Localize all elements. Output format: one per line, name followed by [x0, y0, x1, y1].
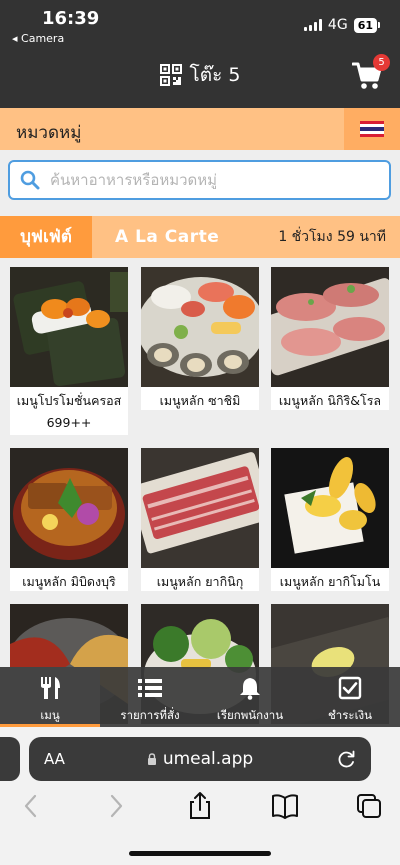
home-indicator	[129, 851, 271, 856]
menu-item-name: เมนูหลัก นิกิริ&โรล	[278, 393, 382, 408]
app-header: 16:39 ◂ Camera 4G 61 โต๊ะ 5 5	[0, 0, 400, 108]
menu-image	[141, 267, 259, 387]
tab-label: ชำระเงิน	[327, 708, 373, 722]
forward-icon[interactable]	[101, 791, 131, 821]
menu-card-promo[interactable]: เมนูโปรโมชั่นครอส 699++	[10, 267, 128, 435]
address-bar[interactable]: AA umeal.app	[29, 737, 371, 781]
menu-item-name: เมนูหลัก ยากิโมโน	[279, 574, 381, 589]
menu-card-yakimono[interactable]: เมนูหลัก ยากิโมโน	[271, 448, 389, 591]
previous-tab-preview[interactable]	[0, 737, 20, 781]
menu-item-name: เมนูหลัก ซาชิมิ	[159, 393, 241, 408]
qr-code-icon	[159, 64, 182, 86]
list-icon	[138, 679, 162, 697]
battery-tip	[378, 22, 380, 28]
menu-image	[10, 448, 128, 568]
menu-item-name: เมนูหลัก มิบิดงบุริ	[22, 574, 116, 589]
search-box	[8, 160, 391, 200]
status-time: 16:39	[42, 8, 100, 29]
menu-image	[271, 267, 389, 387]
category-menu-label[interactable]: หมวดหมู่	[16, 119, 81, 146]
category-bar: หมวดหมู่	[0, 108, 400, 150]
menu-item-name: เมนูโปรโมชั่นครอส	[16, 393, 122, 408]
bookmarks-icon[interactable]	[270, 791, 300, 821]
menu-image	[10, 267, 128, 387]
cart-count-badge: 5	[373, 54, 390, 71]
thai-flag-icon	[360, 121, 384, 137]
share-icon[interactable]	[185, 791, 215, 821]
status-indicators: 4G 61	[303, 17, 380, 33]
utensils-icon	[41, 677, 60, 699]
search-input[interactable]	[50, 168, 380, 192]
tab-label: รายการที่สั่ง	[120, 708, 180, 722]
search-icon	[20, 170, 40, 190]
signal-icon	[303, 19, 322, 31]
menu-card-yakiniku[interactable]: เมนูหลัก ยากินิกุ	[141, 448, 259, 591]
tab-a-la-carte[interactable]: A La Carte	[115, 216, 219, 258]
menu-card-nigiri-roll[interactable]: เมนูหลัก นิกิริ&โรล	[271, 267, 389, 410]
url-display[interactable]: umeal.app	[29, 749, 371, 769]
cart-button[interactable]: 5	[351, 54, 390, 90]
tab-payment[interactable]: ชำระเงิน	[300, 667, 400, 727]
url-text: umeal.app	[162, 749, 254, 769]
browser-nav	[0, 791, 400, 827]
checkbox-icon	[338, 676, 362, 700]
tab-buffet[interactable]: บุฟเฟ่ต์	[0, 216, 92, 258]
reload-icon[interactable]	[337, 749, 357, 769]
back-to-camera-link[interactable]: ◂ Camera	[12, 32, 64, 45]
menu-item-price: 699++	[46, 415, 92, 430]
back-icon[interactable]	[16, 791, 46, 821]
menu-card-sashimi[interactable]: เมนูหลัก ซาชิมิ	[141, 267, 259, 410]
mode-tabs: บุฟเฟ่ต์ A La Carte 1 ชั่วโมง 59 นาที	[0, 216, 400, 258]
remaining-time: 1 ชั่วโมง 59 นาที	[278, 229, 386, 245]
menu-image	[271, 448, 389, 568]
tab-call-staff[interactable]: เรียกพนักงาน	[200, 667, 300, 727]
lock-icon	[147, 753, 156, 765]
tabs-icon[interactable]	[354, 791, 384, 821]
menu-image	[141, 448, 259, 568]
network-label: 4G	[327, 17, 348, 33]
table-indicator: โต๊ะ 5	[0, 60, 400, 90]
tab-menu[interactable]: เมนู	[0, 667, 100, 727]
language-switch-button[interactable]	[344, 108, 400, 150]
tab-label: เมนู	[40, 708, 60, 722]
menu-item-name: เมนูหลัก ยากินิกุ	[156, 574, 244, 589]
tab-orders[interactable]: รายการที่สั่ง	[100, 667, 200, 727]
tab-label: เรียกพนักงาน	[216, 708, 284, 722]
battery-icon: 61	[353, 17, 377, 33]
bell-icon	[240, 678, 260, 700]
menu-card-donburi[interactable]: เมนูหลัก มิบิดงบุริ	[10, 448, 128, 591]
browser-toolbar: AA umeal.app	[0, 727, 400, 865]
table-number: โต๊ะ 5	[189, 64, 241, 86]
bottom-tab-bar: เมนู รายการที่สั่ง เรียกพนักงาน ชำระเงิน	[0, 667, 400, 727]
